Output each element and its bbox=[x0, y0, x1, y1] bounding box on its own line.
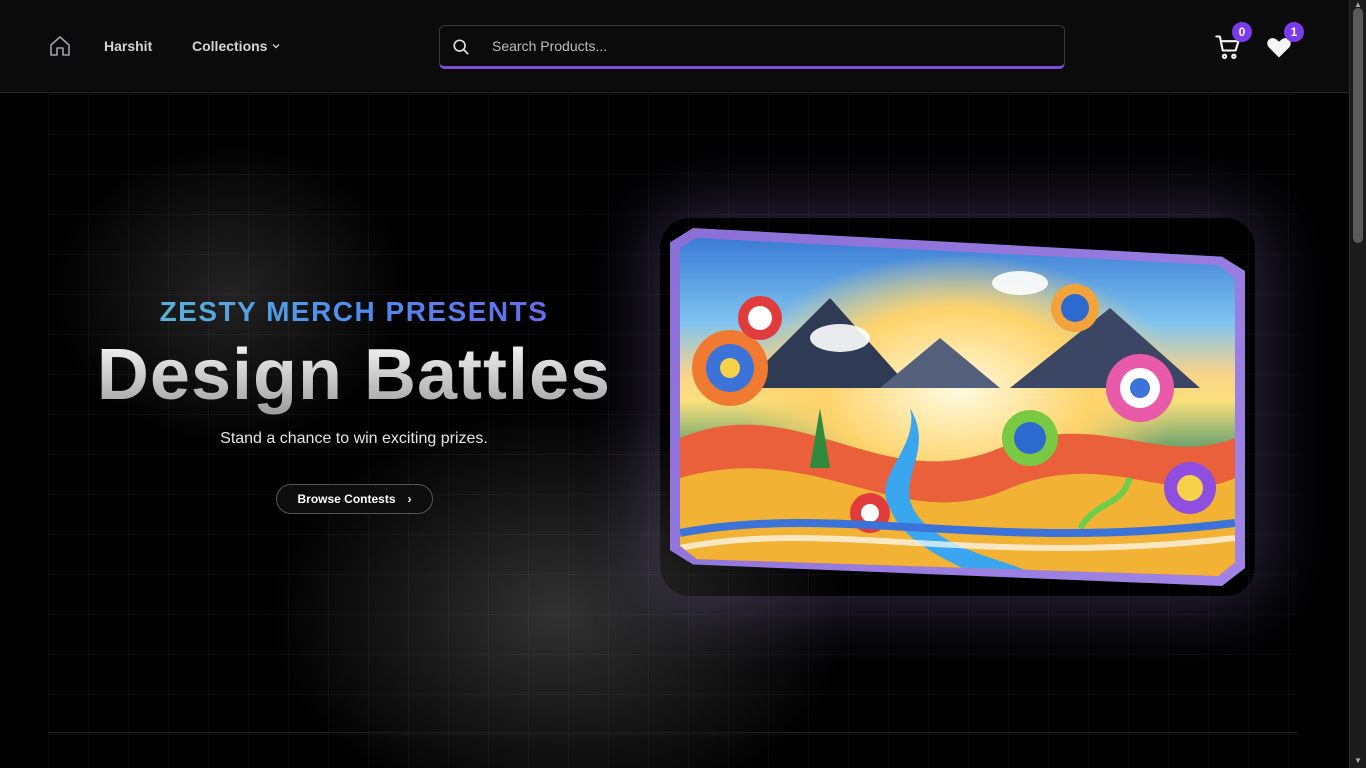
hero-headline: Design Battles bbox=[0, 334, 708, 416]
chevron-down-icon bbox=[273, 44, 280, 49]
browse-contests-button[interactable]: Browse Contests › bbox=[276, 484, 433, 514]
collections-dropdown[interactable]: Collections bbox=[192, 38, 281, 54]
banner-artwork bbox=[680, 238, 1235, 576]
user-link[interactable]: Harshit bbox=[104, 38, 152, 54]
wishlist-count-badge: 1 bbox=[1284, 22, 1304, 42]
search-icon bbox=[453, 39, 469, 55]
hero-subtitle: Stand a chance to win exciting prizes. bbox=[220, 430, 488, 447]
divider bbox=[48, 732, 1298, 733]
page-scrollbar[interactable]: ▲ ▼ bbox=[1349, 0, 1366, 768]
top-navbar: Harshit Collections 0 1 bbox=[0, 0, 1349, 93]
search-bar bbox=[439, 25, 1065, 69]
abstract-landscape-art bbox=[680, 238, 1235, 576]
scroll-thumb[interactable] bbox=[1353, 8, 1363, 243]
cart-count-badge: 0 bbox=[1232, 22, 1252, 42]
hero-banner bbox=[670, 228, 1245, 586]
hero-section: ZESTY MERCH PRESENTS Design Battles Stan… bbox=[0, 94, 1349, 768]
browse-contests-label: Browse Contests bbox=[297, 492, 396, 506]
search-input[interactable] bbox=[492, 26, 1052, 66]
chevron-right-icon: › bbox=[407, 492, 412, 506]
hero-eyebrow: ZESTY MERCH PRESENTS bbox=[0, 296, 708, 328]
home-icon[interactable] bbox=[48, 34, 72, 58]
collections-label: Collections bbox=[192, 38, 268, 54]
scroll-down-arrow-icon[interactable]: ▼ bbox=[1354, 756, 1362, 765]
